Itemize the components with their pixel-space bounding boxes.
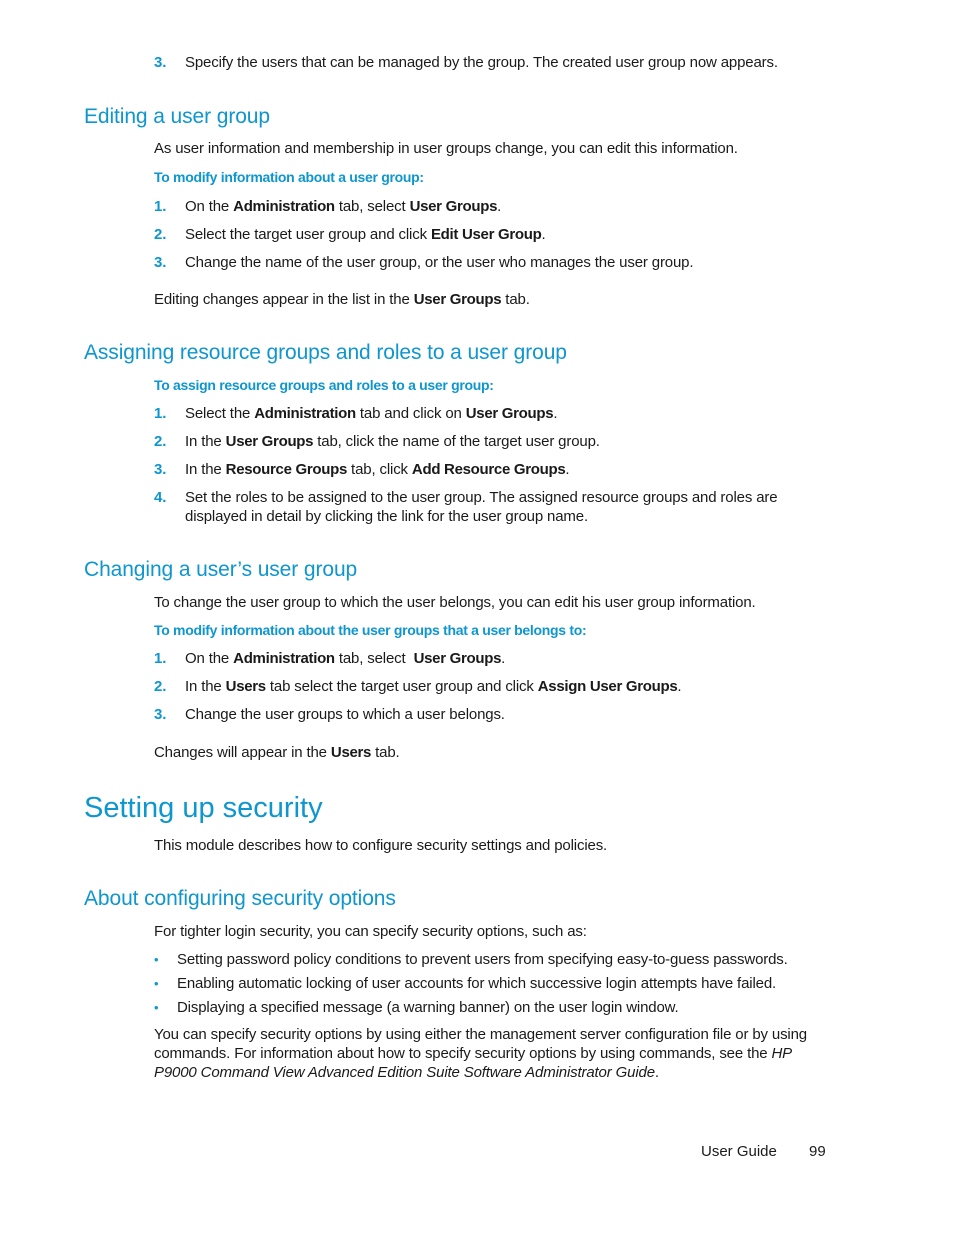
para-text: Editing changes appear in the list in th… xyxy=(154,291,414,308)
section-heading-assigning: Assigning resource groups and roles to a… xyxy=(84,341,567,364)
step-text: tab, click xyxy=(347,461,412,478)
para-text: Changes will appear in the xyxy=(154,744,331,761)
step-text: . xyxy=(565,461,570,478)
ui-term: User Groups xyxy=(409,198,498,215)
ui-term: User Groups xyxy=(413,291,502,308)
ui-term: Edit User Group xyxy=(430,226,542,243)
step-text: tab select the target user group and cli… xyxy=(265,678,538,695)
step-text: On the xyxy=(185,650,234,667)
editing-outro: Editing changes appear in the list in th… xyxy=(154,291,530,308)
security-intro: This module describes how to configure s… xyxy=(154,837,608,854)
para-text: . xyxy=(654,1064,659,1081)
step-item: 1. Select the Administration tab and clic… xyxy=(154,405,557,422)
ui-term: Assign User Groups xyxy=(537,678,678,695)
step-number: 2. xyxy=(154,226,167,243)
step-number: 3. xyxy=(154,254,167,271)
step-item: 1. On the Administration tab, select User… xyxy=(154,198,501,215)
ui-term: Administration xyxy=(254,405,356,422)
ui-term: Users xyxy=(225,678,267,695)
editing-intro: As user information and membership in us… xyxy=(154,140,738,157)
bullet-text: Setting password policy conditions to pr… xyxy=(177,951,788,968)
step-text: Set the roles to be assigned to the user… xyxy=(185,489,778,506)
guide-reference: HP xyxy=(771,1045,793,1062)
ui-term: Users xyxy=(330,744,372,761)
step-text: In the xyxy=(185,461,226,478)
about-intro: For tighter login security, you can spec… xyxy=(154,923,587,940)
about-closing-line3: P9000 Command View Advanced Edition Suit… xyxy=(154,1064,659,1081)
step-item: 3. Specify the users that can be managed … xyxy=(154,54,778,71)
ui-term: User Groups xyxy=(225,433,314,450)
about-closing-line2: commands. For information about how to s… xyxy=(154,1045,792,1062)
step-number: 1. xyxy=(154,650,167,667)
step-item: 2. In the Users tab select the target use… xyxy=(154,678,682,695)
step-item: 2. Select the target user group and click… xyxy=(154,226,546,243)
para-text: tab. xyxy=(501,291,530,308)
page-number: 99 xyxy=(809,1143,826,1160)
step-number: 3. xyxy=(154,461,167,478)
section-heading-editing: Editing a user group xyxy=(84,105,270,128)
section-heading-changing: Changing a user’s user group xyxy=(84,558,358,581)
step-text: tab, select xyxy=(334,650,414,667)
assigning-procedure-title: To assign resource groups and roles to a… xyxy=(154,377,494,393)
step-text: tab and click on xyxy=(355,405,466,422)
step-item: 3. Change the name of the user group, or … xyxy=(154,254,694,271)
ui-term: Resource Groups xyxy=(225,461,348,478)
step-continuation: displayed in detail by clicking the link… xyxy=(185,508,588,525)
para-text: commands. For information about how to s… xyxy=(154,1045,772,1062)
step-text: In the xyxy=(185,433,226,450)
step-number: 3. xyxy=(154,54,167,71)
step-text: . xyxy=(677,678,682,695)
chapter-heading-security: Setting up security xyxy=(84,792,323,824)
step-number: 4. xyxy=(154,489,167,506)
step-text: Change the user groups to which a user b… xyxy=(185,706,505,723)
step-text: . xyxy=(541,226,546,243)
step-number: 2. xyxy=(154,678,167,695)
step-item: 1. On the Administration tab, select User… xyxy=(154,650,505,667)
step-item: 2. In the User Groups tab, click the name… xyxy=(154,433,600,450)
step-item: 3. In the Resource Groups tab, click Add … xyxy=(154,461,570,478)
step-text: . xyxy=(497,198,502,215)
guide-reference: P9000 Command View Advanced Edition Suit… xyxy=(154,1064,655,1081)
step-number: 1. xyxy=(154,198,167,215)
step-text: Select the xyxy=(185,405,255,422)
changing-intro: To change the user group to which the us… xyxy=(154,594,756,611)
para-text: tab. xyxy=(371,744,400,761)
step-item: 4. Set the roles to be assigned to the us… xyxy=(154,489,778,506)
step-text: . xyxy=(501,650,506,667)
footer-label: User Guide xyxy=(701,1143,777,1160)
changing-procedure-title: To modify information about the user gro… xyxy=(154,622,587,638)
section-heading-about: About configuring security options xyxy=(84,887,396,910)
step-text: . xyxy=(553,405,558,422)
changing-outro: Changes will appear in the Users tab. xyxy=(154,744,400,761)
ui-term: Add Resource Groups xyxy=(411,461,566,478)
bullet-icon: • xyxy=(154,976,159,991)
step-number: 2. xyxy=(154,433,167,450)
ui-term: User Groups xyxy=(413,650,502,667)
ui-term: Administration xyxy=(233,198,335,215)
bullet-icon: • xyxy=(154,1000,159,1015)
step-text: tab, click the name of the target user g… xyxy=(313,433,600,450)
step-text: In the xyxy=(185,678,226,695)
step-text: Specify the users that can be managed by… xyxy=(185,54,778,71)
step-text: On the xyxy=(185,198,234,215)
step-number: 3. xyxy=(154,706,167,723)
step-number: 1. xyxy=(154,405,167,422)
editing-procedure-title: To modify information about a user group… xyxy=(154,169,424,185)
bullet-text: Enabling automatic locking of user accou… xyxy=(177,975,777,992)
bullet-item: • Displaying a specified message (a warni… xyxy=(154,999,679,1016)
step-text: tab, select xyxy=(334,198,410,215)
step-text: Select the target user group and click xyxy=(185,226,431,243)
bullet-icon: • xyxy=(154,952,159,967)
ui-term: Administration xyxy=(233,650,335,667)
ui-term: User Groups xyxy=(465,405,554,422)
bullet-item: • Enabling automatic locking of user acco… xyxy=(154,975,776,992)
about-closing-line1: You can specify security options by usin… xyxy=(154,1026,808,1043)
bullet-text: Displaying a specified message (a warnin… xyxy=(177,999,679,1016)
step-text: Change the name of the user group, or th… xyxy=(185,254,694,271)
step-item: 3. Change the user groups to which a user… xyxy=(154,706,505,723)
bullet-item: • Setting password policy conditions to p… xyxy=(154,951,788,968)
